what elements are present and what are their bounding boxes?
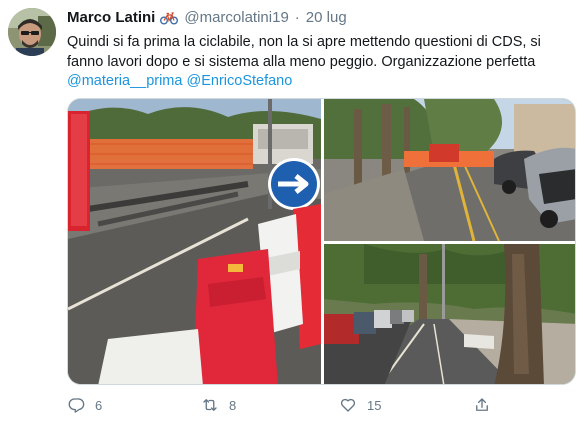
separator-dot: ·	[294, 9, 300, 26]
tweet-text: Quindi si fa prima la ciclabile, non la …	[67, 33, 572, 92]
retweet-icon	[203, 399, 217, 411]
share-button[interactable]	[473, 396, 491, 414]
like-button[interactable]: 15	[339, 396, 381, 414]
tweet-actions: 6 8 15	[67, 396, 507, 416]
tweet-body: Quindi si fa prima la ciclabile, non la …	[67, 34, 541, 70]
tweet[interactable]: Marco Latini @marcolatini19 · 20 lug Qui…	[0, 0, 581, 421]
tweet-date[interactable]: 20 lug	[306, 9, 347, 26]
share-icon	[476, 398, 488, 411]
author-handle[interactable]: @marcolatini19	[184, 9, 288, 26]
mention-enrico-stefano[interactable]: @EnricoStefano	[187, 73, 293, 89]
tweet-header: Marco Latini @marcolatini19 · 20 lug	[67, 9, 347, 26]
avatar-image	[8, 8, 56, 56]
photo-tree-lined-road[interactable]	[324, 244, 575, 384]
mention-materia-prima[interactable]: @materia__prima	[67, 73, 182, 89]
reply-count: 6	[95, 397, 103, 413]
reply-icon	[68, 398, 85, 413]
like-count: 15	[367, 397, 382, 413]
media-grid	[67, 98, 576, 385]
bicycle-icon	[160, 11, 179, 25]
photo-barriers[interactable]	[68, 99, 321, 384]
reply-button[interactable]: 6	[67, 396, 102, 414]
heart-icon	[340, 398, 356, 412]
retweet-count: 8	[229, 397, 237, 413]
avatar[interactable]	[8, 8, 56, 56]
retweet-button[interactable]: 8	[201, 396, 236, 414]
photo-road-parked-cars[interactable]	[324, 99, 575, 241]
author-name[interactable]: Marco Latini	[67, 9, 155, 26]
